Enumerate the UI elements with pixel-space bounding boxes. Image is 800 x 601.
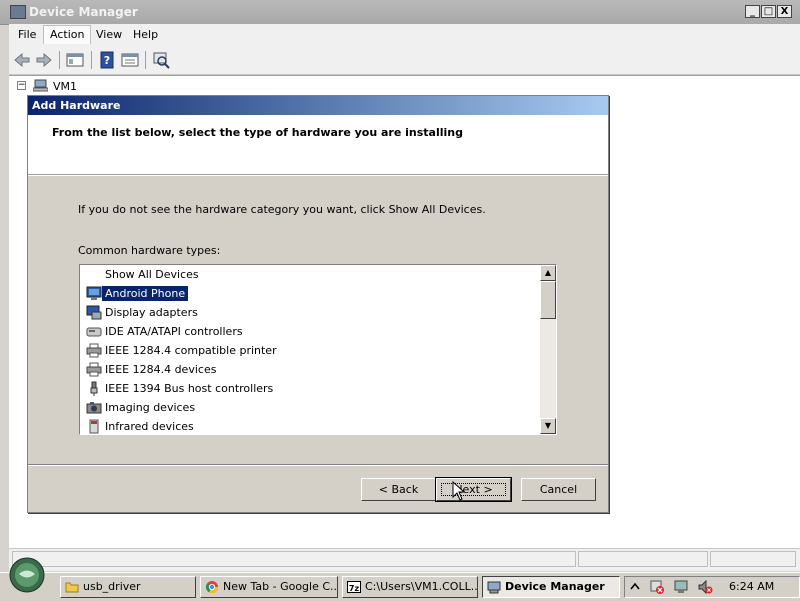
- device-manager-icon: [10, 5, 26, 19]
- scan-hardware-icon[interactable]: [151, 50, 171, 70]
- taskbar-item-usb-driver[interactable]: usb_driver: [60, 576, 196, 598]
- taskbar-item-7zip[interactable]: 7z C:\Users\VM1.COLL...: [342, 576, 478, 598]
- list-item-android-phone[interactable]: Android Phone: [84, 284, 544, 303]
- maximize-button[interactable]: □: [761, 5, 776, 18]
- list-item-label: Show All Devices: [105, 268, 199, 281]
- add-hardware-dialog: Add Hardware From the list below, select…: [27, 95, 609, 513]
- list-item-imaging-devices[interactable]: Imaging devices: [84, 398, 544, 417]
- help-icon[interactable]: ?: [97, 50, 117, 70]
- dialog-header-panel: From the list below, select the type of …: [28, 115, 608, 175]
- monitor-icon: [86, 286, 102, 300]
- svg-text:7z: 7z: [349, 584, 360, 593]
- clock[interactable]: 6:24 AM: [729, 580, 774, 593]
- scroll-down-arrow-icon[interactable]: ▼: [540, 418, 556, 434]
- dialog-header-text: From the list below, select the type of …: [52, 126, 463, 139]
- display-adapter-icon: [86, 305, 102, 320]
- tree-root-label[interactable]: VM1: [53, 80, 77, 93]
- status-cell-tertiary: [710, 551, 796, 567]
- mouse-pointer-icon: [452, 481, 466, 501]
- taskbar-item-label: Device Manager: [505, 580, 605, 593]
- status-cell-secondary: [578, 551, 708, 567]
- window-title: Device Manager: [29, 5, 138, 19]
- list-item-label: IDE ATA/ATAPI controllers: [105, 325, 243, 338]
- toolbar-separator: [91, 51, 92, 69]
- forward-arrow-icon[interactable]: [34, 50, 54, 70]
- cancel-button[interactable]: Cancel: [521, 478, 596, 501]
- tree-expander-collapse[interactable]: −: [17, 81, 26, 90]
- list-item-ieee-1284-printer[interactable]: IEEE 1284.4 compatible printer: [84, 341, 544, 360]
- list-item-ieee-1394-controllers[interactable]: IEEE 1394 Bus host controllers: [84, 379, 544, 398]
- menu-view[interactable]: View: [90, 26, 128, 44]
- network-warning-icon[interactable]: [649, 579, 665, 595]
- scrollbar-thumb[interactable]: [540, 281, 556, 319]
- volume-muted-icon[interactable]: [697, 579, 713, 595]
- details-view-icon[interactable]: [120, 50, 140, 70]
- hardware-type-list[interactable]: Show All Devices Android Phone Display a…: [79, 264, 557, 435]
- folder-icon: [65, 582, 79, 593]
- printer-icon: [86, 362, 102, 377]
- firewire-icon: [90, 381, 98, 396]
- list-item-show-all-devices[interactable]: Show All Devices: [84, 265, 544, 284]
- dialog-footer-separator: [28, 464, 608, 466]
- focus-rectangle: [441, 483, 506, 496]
- back-button[interactable]: < Back: [361, 478, 436, 501]
- 7zip-icon: 7z: [347, 581, 361, 593]
- list-item-label: Infrared devices: [105, 420, 194, 433]
- status-bar: [9, 548, 800, 571]
- dialog-title: Add Hardware: [32, 99, 121, 112]
- dialog-header-separator: [28, 175, 608, 176]
- infrared-icon: [89, 419, 99, 434]
- minimize-button[interactable]: _: [745, 5, 760, 18]
- list-item-ide-controllers[interactable]: IDE ATA/ATAPI controllers: [84, 322, 544, 341]
- properties-view-icon[interactable]: [65, 50, 85, 70]
- menu-bar: File Action View Help: [9, 24, 800, 46]
- chevron-up-icon[interactable]: [629, 580, 641, 594]
- list-item-display-adapters[interactable]: Display adapters: [84, 303, 544, 322]
- toolbar-separator: [145, 51, 146, 69]
- menu-file[interactable]: File: [12, 26, 42, 44]
- list-vertical-scrollbar[interactable]: ▲ ▼: [540, 265, 556, 434]
- device-manager-icon: [487, 581, 501, 594]
- scroll-up-arrow-icon[interactable]: ▲: [540, 265, 556, 281]
- status-cell-main: [12, 551, 576, 567]
- close-button[interactable]: X: [777, 5, 792, 18]
- list-item-label: IEEE 1284.4 devices: [105, 363, 217, 376]
- list-item-label: Display adapters: [105, 306, 198, 319]
- list-item-ieee-1284-devices[interactable]: IEEE 1284.4 devices: [84, 360, 544, 379]
- list-item-infrared-devices[interactable]: Infrared devices: [84, 417, 544, 434]
- display-icon[interactable]: [673, 579, 689, 595]
- taskbar-item-label: C:\Users\VM1.COLL...: [365, 580, 478, 593]
- ide-controller-icon: [86, 327, 102, 337]
- toolbar-separator: [59, 51, 60, 69]
- list-item-label: IEEE 1394 Bus host controllers: [105, 382, 274, 395]
- svg-text:?: ?: [104, 54, 110, 67]
- list-item-label: Android Phone: [102, 286, 189, 301]
- menu-help[interactable]: Help: [127, 26, 164, 44]
- back-arrow-icon[interactable]: [12, 50, 32, 70]
- dialog-info-text: If you do not see the hardware category …: [78, 203, 486, 216]
- taskbar-item-chrome[interactable]: New Tab - Google C...: [200, 576, 338, 598]
- start-orb-icon[interactable]: [9, 557, 45, 593]
- chrome-icon: [205, 581, 218, 594]
- menu-action[interactable]: Action: [43, 25, 92, 44]
- camera-icon: [86, 402, 102, 414]
- next-button[interactable]: Next >: [435, 477, 512, 502]
- taskbar-item-label: usb_driver: [83, 580, 141, 593]
- printer-icon: [86, 343, 102, 358]
- taskbar-item-device-manager[interactable]: Device Manager: [482, 576, 620, 598]
- window-titlebar[interactable]: Device Manager _ □ X: [0, 0, 800, 25]
- list-item-label: IEEE 1284.4 compatible printer: [105, 344, 277, 357]
- list-item-label: Imaging devices: [105, 401, 196, 414]
- taskbar: usb_driver New Tab - Google C... 7z C:\U…: [0, 557, 800, 601]
- computer-icon: [33, 79, 48, 92]
- toolbar: ?: [9, 46, 800, 75]
- hardware-list-label: Common hardware types:: [78, 244, 221, 257]
- system-tray: 6:24 AM: [624, 576, 800, 598]
- dialog-titlebar[interactable]: Add Hardware: [28, 96, 608, 115]
- taskbar-item-label: New Tab - Google C...: [223, 580, 338, 593]
